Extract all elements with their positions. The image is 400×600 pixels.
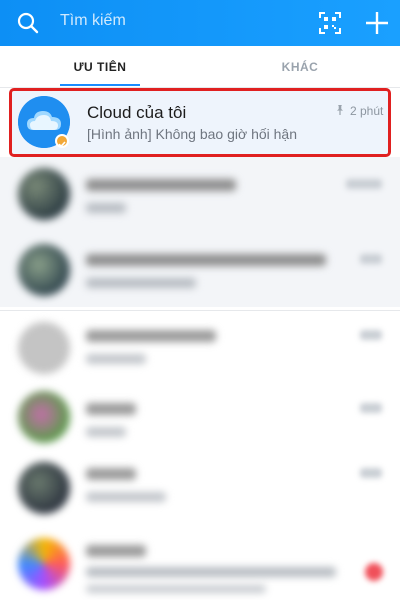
list-item[interactable] [0,232,400,307]
avatar [18,168,70,220]
blurred-time [360,254,382,264]
blurred-preview [86,354,146,364]
blurred-title [86,254,326,266]
unread-badge [365,563,383,581]
blurred-preview [86,492,166,502]
blurred-preview [86,203,126,213]
search-icon[interactable] [16,11,40,35]
list-item[interactable] [0,157,400,232]
conversation-title: Cloud của tôi [87,103,187,122]
tab-other[interactable]: KHÁC [200,60,400,74]
pin-icon [337,105,343,115]
conversation-time: 2 phút [350,104,384,118]
blurred-time [346,179,382,189]
blurred-time [360,403,382,413]
blurred-title [86,330,216,342]
check-icon [58,141,66,148]
avatar [18,244,70,296]
blurred-title [86,468,136,480]
list-item[interactable] [0,310,400,385]
blurred-preview [86,427,126,437]
verified-badge [55,134,69,148]
top-bar: Tìm kiếm [0,0,400,46]
qr-code-icon[interactable] [318,11,342,35]
list-item[interactable] [0,535,400,600]
blurred-time [360,330,382,340]
plus-icon[interactable] [364,10,390,36]
tab-priority[interactable]: ƯU TIÊN [0,60,200,74]
avatar [18,322,70,374]
blurred-title [86,179,236,191]
avatar [18,391,70,443]
avatar [18,462,70,514]
search-input[interactable]: Tìm kiếm [60,12,126,30]
blurred-preview [86,278,196,288]
blurred-title [86,403,136,415]
conversation-preview: [Hình ảnh] Không bao giờ hối hận [87,126,298,142]
list-item[interactable] [0,385,400,460]
tab-bar: ƯU TIÊN KHÁC [0,46,400,88]
blurred-preview [86,567,336,577]
list-item[interactable] [0,460,400,535]
avatar [18,538,70,590]
blurred-preview [86,585,266,593]
blurred-title [86,545,146,557]
blurred-time [360,468,382,478]
active-tab-indicator [60,84,140,86]
